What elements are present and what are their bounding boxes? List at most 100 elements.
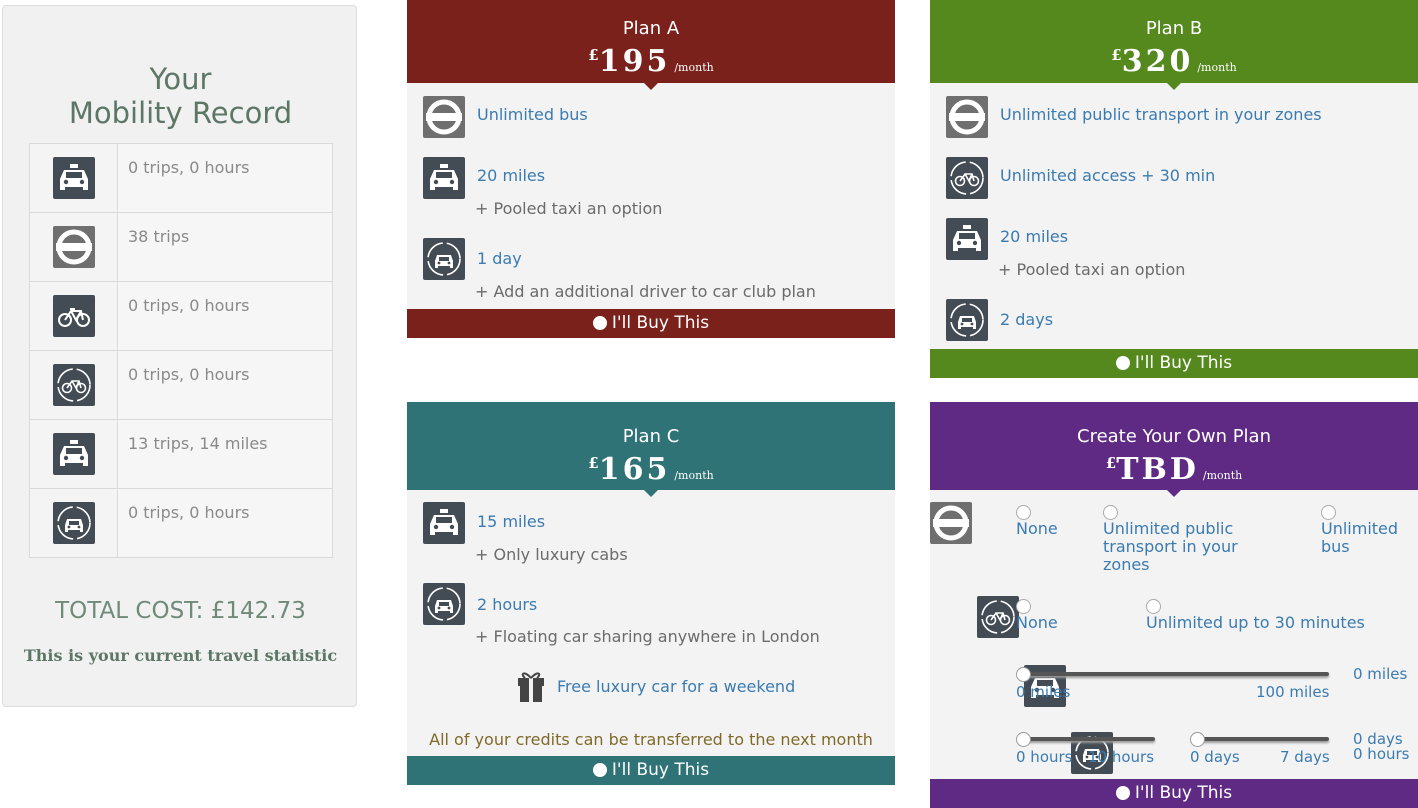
plan-price: £165/month xyxy=(407,452,895,487)
total-cost: TOTAL COST: £142.73 xyxy=(55,598,306,624)
header-pointer xyxy=(644,83,658,90)
bike-share-icon xyxy=(977,596,1020,638)
custom-plan-header: Create Your Own Plan £TBD/month xyxy=(930,402,1418,497)
underground-icon xyxy=(52,226,95,268)
taxi-icon xyxy=(946,218,988,260)
underground-icon xyxy=(946,96,988,138)
plan-name: Plan B xyxy=(1145,18,1203,39)
plan-item-sub: + Pooled taxi an option xyxy=(475,199,663,218)
radio-icon xyxy=(592,316,607,330)
bike-none-label: None xyxy=(1016,613,1058,632)
car-hours-slider-handle[interactable] xyxy=(1016,732,1031,747)
taxi-miles-slider-handle[interactable] xyxy=(1016,667,1031,682)
bike-none-radio[interactable] xyxy=(1016,599,1031,614)
taxi-icon xyxy=(423,502,465,544)
radio-icon xyxy=(1115,356,1130,370)
underground-icon xyxy=(423,96,465,138)
transit-none-radio[interactable] xyxy=(1016,505,1031,520)
car-hours-min-label: 0 hours xyxy=(1016,748,1073,766)
header-pointer xyxy=(1167,83,1181,90)
currency-symbol: £ xyxy=(588,46,599,64)
taxi-miles-slider[interactable] xyxy=(1022,672,1329,676)
plan-item-main: 1 day xyxy=(477,249,522,268)
record-title: Your Mobility Record xyxy=(3,62,358,130)
plan-price: £320/month xyxy=(930,44,1418,79)
car-days-slider[interactable] xyxy=(1196,737,1329,741)
plan-item-main: 20 miles xyxy=(1000,227,1069,246)
price-amount: TBD xyxy=(1116,452,1199,487)
transit-none-label: None xyxy=(1016,519,1058,538)
currency-symbol: £ xyxy=(588,454,599,472)
buy-plan-a-button[interactable]: I'll Buy This xyxy=(407,309,895,338)
currency-symbol: £ xyxy=(1105,454,1117,472)
plan-item-sub: + Only luxury cabs xyxy=(475,545,628,564)
buy-plan-c-button[interactable]: I'll Buy This xyxy=(407,756,895,785)
bike-unlimited-radio[interactable] xyxy=(1146,599,1161,614)
header-pointer xyxy=(644,490,658,497)
car-club-icon xyxy=(946,299,988,341)
plan-c-header: Plan C £165/month xyxy=(407,402,895,497)
credits-note: All of your credits can be transferred t… xyxy=(429,730,873,749)
plan-item-main: 15 miles xyxy=(477,512,546,531)
table-row: 0 trips, 0 hours xyxy=(29,143,333,213)
bike-unlimited-label: Unlimited up to 30 minutes xyxy=(1146,613,1365,632)
table-row: 0 trips, 0 hours xyxy=(29,281,333,351)
bike-share-icon xyxy=(52,364,95,406)
table-row: 38 trips xyxy=(29,212,333,282)
gift-text: Free luxury car for a weekend xyxy=(557,677,796,696)
record-row-text: 0 trips, 0 hours xyxy=(117,488,333,558)
record-note: This is your current travel statistic xyxy=(23,646,338,665)
radio-icon xyxy=(592,763,607,777)
record-row-text: 13 trips, 14 miles xyxy=(117,419,333,489)
taxi-icon xyxy=(52,157,95,199)
underground-icon xyxy=(930,502,972,544)
transit-zones-label: Unlimited public transport in your zones xyxy=(1103,519,1238,574)
taxi-max-label: 100 miles xyxy=(1256,683,1330,701)
transit-zones-radio[interactable] xyxy=(1103,505,1118,520)
plan-item-sub: + Floating car sharing anywhere in Londo… xyxy=(475,627,820,646)
car-hours-value: 0 hours xyxy=(1353,745,1410,763)
plan-name: Create Your Own Plan xyxy=(1077,426,1271,447)
record-title-line2: Mobility Record xyxy=(68,96,293,130)
buy-custom-plan-button[interactable]: I'll Buy This xyxy=(930,779,1418,808)
price-period: /month xyxy=(674,469,714,482)
plan-item-main: Unlimited access + 30 min xyxy=(1000,166,1216,185)
taxi-value: 0 miles xyxy=(1353,665,1408,683)
car-hours-slider[interactable] xyxy=(1022,737,1155,741)
custom-plan-card: Create Your Own Plan £TBD/month None Unl… xyxy=(930,402,1418,808)
record-title-line1: Your xyxy=(149,62,212,96)
plan-c-card: Plan C £165/month 15 miles + Only luxury… xyxy=(407,402,895,785)
gift-icon xyxy=(516,668,546,708)
plan-name: Plan A xyxy=(622,18,680,39)
plan-name: Plan C xyxy=(622,426,680,447)
transit-bus-label: Unlimited bus xyxy=(1321,519,1399,556)
buy-plan-b-button[interactable]: I'll Buy This xyxy=(930,349,1418,378)
header-pointer xyxy=(1167,490,1181,497)
plan-b-card: Plan B £320/month Unlimited public trans… xyxy=(930,0,1418,378)
car-days-slider-handle[interactable] xyxy=(1190,732,1205,747)
car-hours-max-label: 10 hours xyxy=(1088,748,1155,766)
record-table: 0 trips, 0 hours 38 trips 0 trips, 0 hou… xyxy=(29,143,333,558)
buy-label: I'll Buy This xyxy=(611,313,710,333)
record-row-text: 0 trips, 0 hours xyxy=(117,281,333,351)
record-row-text: 38 trips xyxy=(117,212,333,282)
mobility-record-panel: Your Mobility Record 0 trips, 0 hours 38… xyxy=(2,5,357,707)
price-period: /month xyxy=(674,61,714,74)
plan-item-main: 2 hours xyxy=(477,595,538,614)
plan-item-sub: + Pooled taxi an option xyxy=(998,260,1186,279)
currency-symbol: £ xyxy=(1111,46,1122,64)
bike-share-icon xyxy=(946,157,988,199)
plan-b-header: Plan B £320/month xyxy=(930,0,1418,90)
radio-icon xyxy=(1115,786,1130,800)
plan-a-card: Plan A £195/month Unlimited bus 20 miles… xyxy=(407,0,895,338)
taxi-icon xyxy=(52,433,95,475)
plan-item-main: 20 miles xyxy=(477,166,546,185)
bike-icon xyxy=(52,295,95,337)
plan-item-sub: + Add an additional driver to car club p… xyxy=(475,282,816,301)
plan-item-main: Unlimited public transport in your zones xyxy=(1000,105,1322,124)
car-club-icon xyxy=(52,502,95,544)
price-amount: 320 xyxy=(1121,44,1194,79)
buy-label: I'll Buy This xyxy=(1134,353,1233,373)
record-row-text: 0 trips, 0 hours xyxy=(117,350,333,420)
transit-bus-radio[interactable] xyxy=(1321,505,1336,520)
